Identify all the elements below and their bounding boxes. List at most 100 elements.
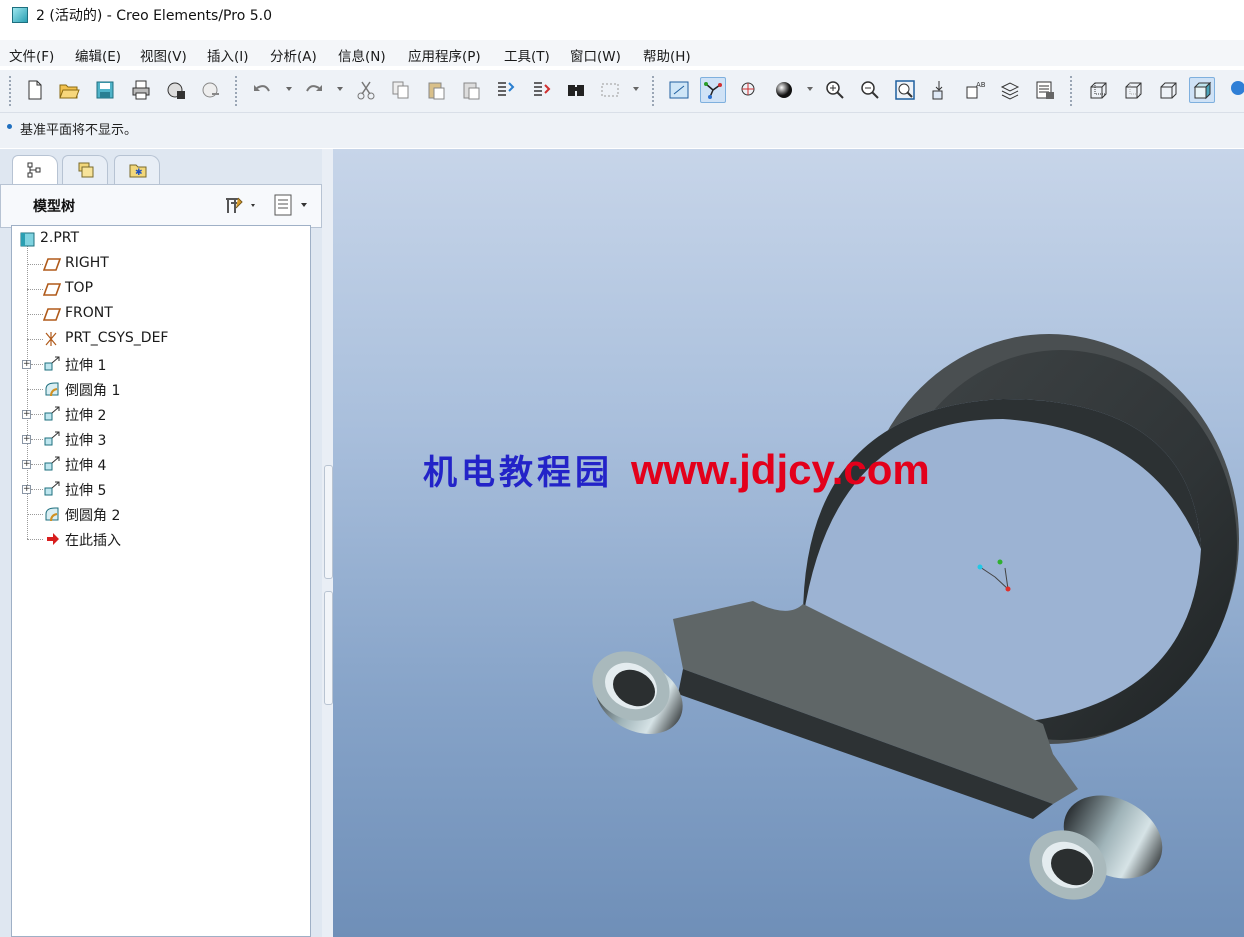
expand-toggle-icon[interactable]: + xyxy=(22,410,31,419)
tab-favorites[interactable]: ✱ xyxy=(114,155,160,184)
print-icon[interactable] xyxy=(128,77,154,103)
menu-file[interactable]: 文件(F) xyxy=(9,45,54,65)
tree-row[interactable]: 在此插入 xyxy=(12,528,302,550)
menu-info[interactable]: 信息(N) xyxy=(338,45,386,65)
extrude-icon xyxy=(43,481,61,497)
zoom-fit-icon[interactable] xyxy=(892,77,918,103)
tree-root-row[interactable]: 2.PRT xyxy=(12,228,302,250)
tree-connector xyxy=(31,364,43,365)
regenerate-icon[interactable] xyxy=(492,77,518,103)
hidden-line-icon[interactable] xyxy=(1120,77,1146,103)
menu-analysis[interactable]: 分析(A) xyxy=(270,45,317,65)
selection-dropdown-icon[interactable] xyxy=(633,87,639,91)
folder-browser-icon xyxy=(78,162,94,178)
sphere-icon[interactable] xyxy=(1224,77,1244,103)
extrude-icon xyxy=(43,406,61,422)
tree-connector xyxy=(27,539,43,540)
selection-box-icon[interactable] xyxy=(597,77,623,103)
tree-connector xyxy=(27,389,43,390)
expand-toggle-icon[interactable]: + xyxy=(22,460,31,469)
navigator-panel: ✱ 模型树 2.PRT RIGHT TOP FRONT PRT_CSYS_DEF + 拉伸 … xyxy=(0,149,323,937)
saved-views-icon[interactable]: AB xyxy=(962,77,988,103)
tree-connector xyxy=(27,514,43,515)
zoom-in-icon[interactable] xyxy=(822,77,848,103)
tree-row[interactable]: + 拉伸 4 xyxy=(12,453,302,475)
tree-connector xyxy=(27,339,43,340)
shading-icon[interactable] xyxy=(771,77,797,103)
tree-connector xyxy=(31,439,43,440)
svg-text:✱: ✱ xyxy=(135,168,143,178)
watermark-url: www.jdjcy.com xyxy=(631,446,930,493)
orient-icon[interactable] xyxy=(926,77,952,103)
tree-row[interactable]: PRT_CSYS_DEF xyxy=(12,328,302,350)
open-folder-icon[interactable] xyxy=(56,77,82,103)
zoom-out-icon[interactable] xyxy=(857,77,883,103)
layers-icon[interactable] xyxy=(997,77,1023,103)
tree-item-label: 2.PRT xyxy=(40,230,80,246)
splitter-grip-bottom[interactable] xyxy=(324,591,333,705)
tree-row[interactable]: 倒圆角 1 xyxy=(12,378,302,400)
splitter-grip-top[interactable] xyxy=(324,465,333,579)
shading-dropdown-icon[interactable] xyxy=(807,87,813,91)
cut-icon[interactable] xyxy=(353,77,379,103)
tab-model-tree[interactable] xyxy=(12,155,58,184)
tree-row[interactable]: FRONT xyxy=(12,303,302,325)
no-hidden-icon[interactable] xyxy=(1155,77,1181,103)
tree-row[interactable]: TOP xyxy=(12,278,302,300)
tree-row[interactable]: + 拉伸 5 xyxy=(12,478,302,500)
graphics-viewport[interactable]: 机电教程园 www.jdjcy.com xyxy=(333,149,1244,937)
shaded-icon[interactable] xyxy=(1189,77,1215,103)
expand-toggle-icon[interactable]: + xyxy=(22,485,31,494)
menu-window[interactable]: 窗口(W) xyxy=(570,45,621,65)
toolbar-separator xyxy=(235,76,237,106)
menu-edit[interactable]: 编辑(E) xyxy=(75,45,121,65)
part-icon xyxy=(18,231,36,247)
redo-dropdown-icon[interactable] xyxy=(337,87,343,91)
refit-icon[interactable] xyxy=(666,77,692,103)
datum-plane-icon xyxy=(42,256,62,272)
view-manager-icon[interactable] xyxy=(1032,77,1058,103)
wireframe-icon[interactable] xyxy=(1085,77,1111,103)
new-file-icon[interactable] xyxy=(22,77,48,103)
tree-row[interactable]: + 拉伸 3 xyxy=(12,428,302,450)
tree-row[interactable]: + 拉伸 2 xyxy=(12,403,302,425)
extrude-icon xyxy=(43,431,61,447)
tree-row[interactable]: + 拉伸 1 xyxy=(12,353,302,375)
redo-icon[interactable] xyxy=(301,77,327,103)
find-icon[interactable] xyxy=(563,77,589,103)
save-icon[interactable] xyxy=(92,77,118,103)
email-link-icon[interactable] xyxy=(198,77,224,103)
model-tree: 2.PRT RIGHT TOP FRONT PRT_CSYS_DEF + 拉伸 1 倒圆角 1… xyxy=(11,225,311,937)
tree-item-label: 倒圆角 2 xyxy=(65,508,121,524)
tree-settings-icon[interactable] xyxy=(223,195,259,221)
menu-help[interactable]: 帮助(H) xyxy=(643,45,691,65)
toolbar-separator xyxy=(652,76,654,106)
tree-item-label: PRT_CSYS_DEF xyxy=(65,330,169,346)
tab-folder-browser[interactable] xyxy=(62,155,108,184)
tree-item-label: FRONT xyxy=(65,305,113,321)
undo-icon[interactable] xyxy=(249,77,275,103)
panel-splitter[interactable] xyxy=(322,149,333,937)
tree-row[interactable]: RIGHT xyxy=(12,253,302,275)
spin-center-icon[interactable] xyxy=(736,77,762,103)
tree-display-icon[interactable] xyxy=(273,193,313,221)
copy-icon[interactable] xyxy=(388,77,414,103)
undo-dropdown-icon[interactable] xyxy=(286,87,292,91)
menu-applications[interactable]: 应用程序(P) xyxy=(408,45,481,65)
round-icon xyxy=(43,506,61,522)
part-model[interactable] xyxy=(333,149,1244,937)
expand-toggle-icon[interactable]: + xyxy=(22,360,31,369)
app-icon xyxy=(12,7,28,23)
menu-view[interactable]: 视图(V) xyxy=(140,45,187,65)
expand-toggle-icon[interactable]: + xyxy=(22,435,31,444)
regenerate-manager-icon[interactable] xyxy=(528,77,554,103)
email-icon[interactable] xyxy=(163,77,189,103)
datum-display-icon[interactable] xyxy=(700,77,726,103)
menu-tools[interactable]: 工具(T) xyxy=(504,45,550,65)
menu-insert[interactable]: 插入(I) xyxy=(207,45,249,65)
paste-icon[interactable] xyxy=(423,77,449,103)
tree-row[interactable]: 倒圆角 2 xyxy=(12,503,302,525)
tree-connector xyxy=(31,414,43,415)
paste-special-icon[interactable] xyxy=(458,77,484,103)
csys-icon xyxy=(43,331,61,347)
